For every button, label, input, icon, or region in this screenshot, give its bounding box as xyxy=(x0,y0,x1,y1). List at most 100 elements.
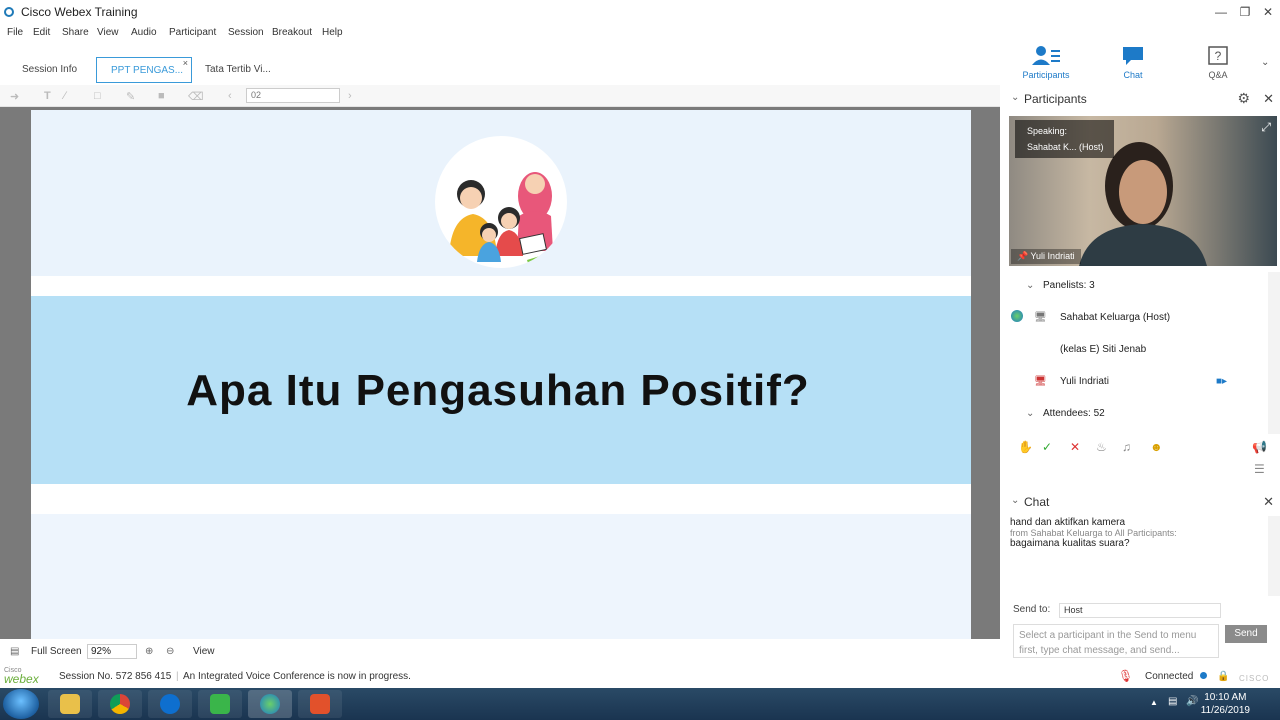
menu-breakout[interactable]: Breakout xyxy=(272,27,312,38)
tab-tata-tertib[interactable]: Tata Tertib Vi... xyxy=(191,57,285,83)
chat-message: hand dan aktifkan kamera xyxy=(1010,517,1126,528)
list-options-icon[interactable]: ☰ xyxy=(1254,462,1265,476)
minimize-icon[interactable]: — xyxy=(1210,3,1232,21)
collapse-chevron-icon[interactable]: ⌄ xyxy=(1011,495,1019,506)
speaking-name: Sahabat K... (Host) xyxy=(1027,142,1104,152)
next-page-icon[interactable]: › xyxy=(348,90,352,102)
chat-button[interactable]: Chat xyxy=(1103,45,1163,80)
eraser-icon[interactable]: ⌫ xyxy=(188,90,204,103)
participants-panel-title: Participants xyxy=(1024,92,1087,106)
page-number-field[interactable]: 02 xyxy=(246,88,340,103)
zoom-out-icon[interactable]: ⊖ xyxy=(166,646,174,657)
check-icon[interactable]: ✓ xyxy=(1042,440,1052,454)
teamviewer-icon xyxy=(160,694,180,714)
emoticon-icon[interactable]: ☻ xyxy=(1150,440,1163,454)
tab-label: Session Info xyxy=(22,64,78,75)
chat-log: hand dan aktifkan kamera from Sahabat Ke… xyxy=(1010,517,1265,587)
view-menu[interactable]: View xyxy=(193,646,215,657)
network-icon[interactable]: ▤ xyxy=(1168,696,1177,707)
chat-message-sender: from Sahabat Keluarga to All Participant… xyxy=(1010,528,1177,538)
fullscreen-icon[interactable]: ▤ xyxy=(10,646,19,657)
zoom-select[interactable]: 92% xyxy=(87,644,137,659)
panelists-label: Panelists: 3 xyxy=(1043,280,1095,291)
attendees-group[interactable]: ⌄ Attendees: 52 xyxy=(1008,402,1266,424)
pointer-icon[interactable]: ➜ xyxy=(10,90,19,103)
color-tool-icon[interactable]: ■ xyxy=(158,90,165,102)
window-title: Cisco Webex Training xyxy=(21,5,138,19)
mic-muted-icon[interactable]: 🎙 xyxy=(1118,669,1133,683)
maximize-icon[interactable]: ❐ xyxy=(1234,3,1256,21)
webex-logo: webex xyxy=(4,672,39,686)
menu-share[interactable]: Share xyxy=(62,27,89,38)
line-tool-icon[interactable]: ∕ xyxy=(64,90,66,102)
start-button[interactable] xyxy=(3,689,39,719)
webex-taskbar-button[interactable] xyxy=(248,690,292,718)
menu-view[interactable]: View xyxy=(97,27,119,38)
camtasia-taskbar-button[interactable] xyxy=(198,690,242,718)
panel-toggle-buttons: Participants Chat ? Q&A ⌄ xyxy=(1016,45,1280,83)
close-icon[interactable]: ✕ xyxy=(1263,494,1274,510)
video-camera-icon[interactable]: ■▸ xyxy=(1216,376,1227,387)
send-button[interactable]: Send xyxy=(1225,625,1267,643)
tab-session-info[interactable]: Session Info xyxy=(8,57,91,83)
volume-icon[interactable]: 🔊 xyxy=(1186,696,1198,707)
rectangle-tool-icon[interactable]: □ xyxy=(94,90,101,102)
chat-message-input[interactable]: Select a participant in the Send to menu… xyxy=(1013,624,1219,658)
tab-close-icon[interactable]: × xyxy=(183,50,188,76)
panelists-group[interactable]: ⌄ Panelists: 3 xyxy=(1008,274,1266,296)
zoom-in-icon[interactable]: ⊕ xyxy=(145,646,153,657)
send-to-select[interactable]: Host xyxy=(1059,603,1221,618)
participant-name: Sahabat Keluarga (Host) xyxy=(1060,312,1171,323)
camtasia-icon xyxy=(210,694,230,714)
fullscreen-button[interactable]: Full Screen xyxy=(31,646,82,657)
list-item[interactable]: 🖥 Yuli Indriati ■▸ xyxy=(1008,370,1266,392)
viewer-scrollbar[interactable] xyxy=(988,107,1000,639)
title-bar: Cisco Webex Training — ❐ ✕ xyxy=(0,0,1280,24)
recorder-taskbar-button[interactable] xyxy=(298,690,342,718)
menu-session[interactable]: Session xyxy=(228,27,264,38)
teamviewer-taskbar-button[interactable] xyxy=(148,690,192,718)
chevron-down-icon[interactable]: ⌄ xyxy=(1261,57,1269,68)
close-window-icon[interactable]: ✕ xyxy=(1257,3,1279,21)
cisco-logo: CISCO xyxy=(1239,674,1270,683)
taskbar-clock[interactable]: 10:10 AM 11/26/2019 xyxy=(1201,691,1250,717)
prev-page-icon[interactable]: ‹ xyxy=(228,90,232,102)
text-tool-icon[interactable]: T xyxy=(44,90,51,102)
expand-video-icon[interactable]: ⤢ xyxy=(1261,120,1271,135)
faster-icon[interactable]: ♫ xyxy=(1122,440,1131,454)
x-icon[interactable]: ✕ xyxy=(1070,440,1080,454)
tab-ppt[interactable]: PPT PENGAS... × xyxy=(96,57,192,83)
collapse-chevron-icon[interactable]: ⌄ xyxy=(1011,92,1019,103)
zoom-value: 92% xyxy=(91,646,112,657)
close-icon[interactable]: ✕ xyxy=(1263,91,1274,107)
slower-icon[interactable]: ♨ xyxy=(1096,440,1107,454)
menu-help[interactable]: Help xyxy=(322,27,343,38)
viewer-bottom-bar: ▤ Full Screen 92% ⊕ ⊖ View xyxy=(0,641,1000,663)
slide-headline: Apa Itu Pengasuhan Positif? xyxy=(186,366,810,415)
menu-file[interactable]: File xyxy=(7,27,23,38)
document-tabs: Session Info PPT PENGAS... × Tata Tertib … xyxy=(0,57,1000,84)
chat-panel-header: ⌄ Chat ✕ xyxy=(1008,491,1280,513)
chat-scrollbar[interactable] xyxy=(1268,516,1280,596)
menu-edit[interactable]: Edit xyxy=(33,27,50,38)
folder-icon xyxy=(60,694,80,714)
windows-taskbar: ▲ ▤ 🔊 10:10 AM 11/26/2019 xyxy=(0,688,1280,720)
participant-list-scrollbar[interactable] xyxy=(1268,272,1280,434)
participants-button[interactable]: Participants xyxy=(1016,45,1076,80)
qa-button[interactable]: ? Q&A xyxy=(1188,45,1248,80)
menu-participant[interactable]: Participant xyxy=(169,27,216,38)
participants-panel-header: ⌄ Participants ⚙ ✕ xyxy=(1008,88,1280,110)
chrome-icon xyxy=(110,694,130,714)
explorer-taskbar-button[interactable] xyxy=(48,690,92,718)
menu-audio[interactable]: Audio xyxy=(131,27,157,38)
megaphone-icon[interactable]: 📢 xyxy=(1252,440,1267,454)
gear-icon[interactable]: ⚙ xyxy=(1237,90,1250,107)
tray-arrow-icon[interactable]: ▲ xyxy=(1150,698,1158,707)
list-item[interactable]: 🖥 Sahabat Keluarga (Host) xyxy=(1008,306,1266,328)
chrome-taskbar-button[interactable] xyxy=(98,690,142,718)
list-item[interactable]: (kelas E) Siti Jenab xyxy=(1008,338,1266,360)
pen-tool-icon[interactable]: ✎ xyxy=(126,90,135,103)
slide-divider xyxy=(31,276,971,296)
raise-hand-icon[interactable]: ✋ xyxy=(1018,440,1033,454)
annotation-toolbar: ➜ T ∕ □ ✎ ■ ⌫ ‹ 02 › xyxy=(0,85,1000,107)
